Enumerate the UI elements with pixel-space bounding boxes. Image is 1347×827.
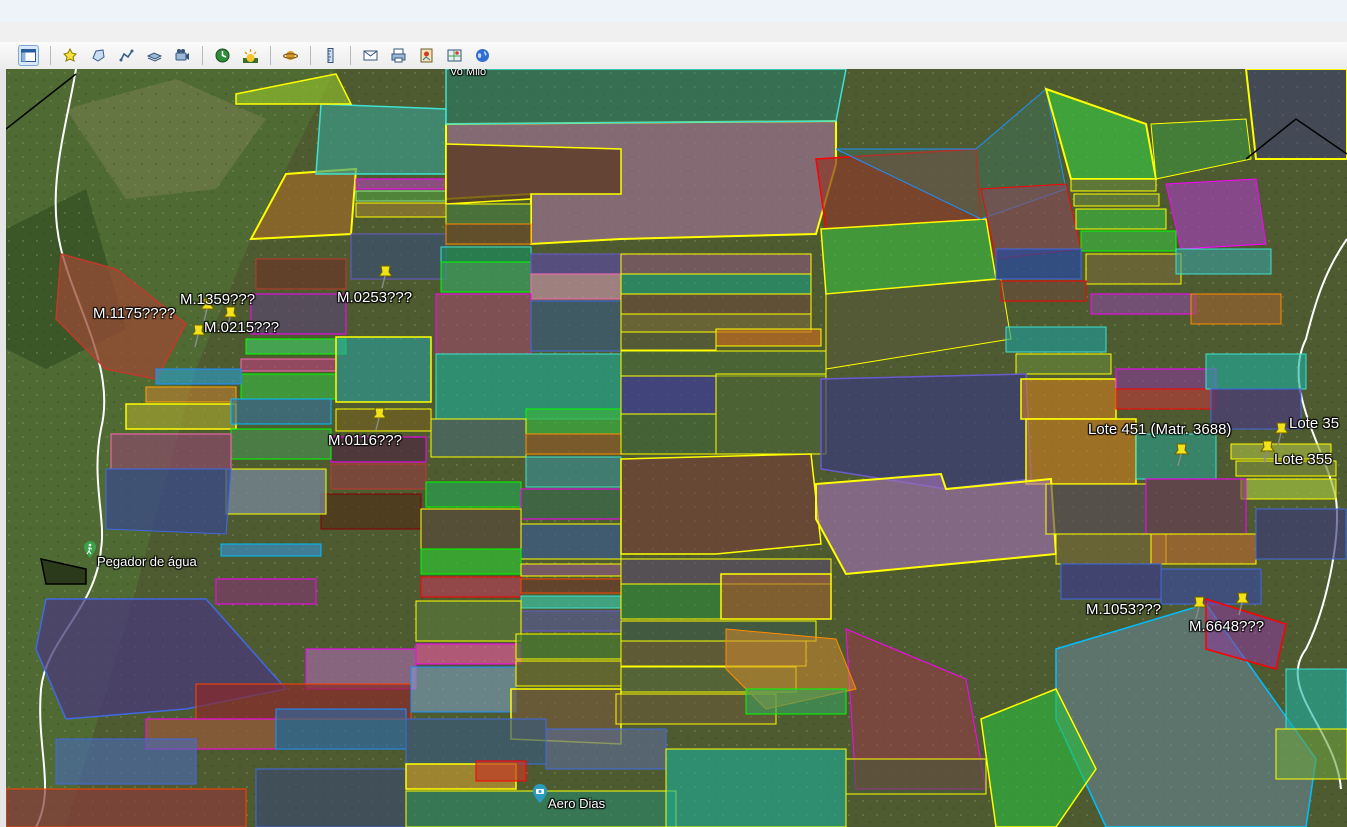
print-icon [391, 48, 406, 63]
placemark-pin-icon [63, 48, 77, 62]
placemark-pin-icon[interactable] [1233, 589, 1255, 617]
email-button[interactable] [360, 45, 381, 66]
placemark-label[interactable]: M.0253??? [337, 290, 412, 306]
ruler-button[interactable] [320, 45, 341, 66]
sunlight-button[interactable] [240, 45, 261, 66]
image-overlay-button[interactable] [144, 45, 165, 66]
toolbar-separator [310, 46, 311, 65]
maps-icon [447, 49, 462, 62]
toolbar [0, 42, 1347, 70]
toolbar-separator [270, 46, 271, 65]
record-tour-button[interactable] [172, 45, 193, 66]
map-imagery [6, 69, 1347, 827]
sidebar-icon [21, 49, 36, 62]
placemark-label[interactable]: M.1359??? [180, 292, 255, 308]
placemark-pin-icon[interactable] [1190, 593, 1212, 621]
placemark-label[interactable]: M.0215??? [204, 320, 279, 336]
placemark-label[interactable]: Lote 451 (Matr. 3688) [1088, 422, 1231, 438]
save-image-button[interactable] [416, 45, 437, 66]
add-path-button[interactable] [116, 45, 137, 66]
polygon-icon [92, 49, 105, 62]
sunlight-icon [243, 49, 258, 63]
historical-imagery-button[interactable] [212, 45, 233, 66]
earth-globe-icon [476, 49, 489, 62]
clock-globe-icon [215, 48, 230, 63]
print-button[interactable] [388, 45, 409, 66]
toolbar-separator [50, 46, 51, 65]
earth-button[interactable] [472, 45, 493, 66]
menu-band [0, 22, 1347, 43]
tour-camera-icon [175, 49, 189, 61]
view-in-maps-button[interactable] [444, 45, 465, 66]
planet-icon [283, 51, 298, 60]
placemark-label[interactable]: Lote 355 [1274, 452, 1332, 468]
image-overlay-icon [147, 52, 162, 62]
placemark-label[interactable]: M.1175???? [93, 306, 175, 322]
placemark-pin-icon[interactable] [370, 404, 392, 432]
hiking-person-icon[interactable] [83, 541, 97, 559]
window-top-strip [0, 0, 1347, 22]
placemark-label[interactable]: M.0116??? [328, 433, 402, 449]
placemark-label[interactable]: Lote 35 [1289, 416, 1339, 432]
placemark-label[interactable]: M.1053??? [1086, 602, 1161, 618]
path-icon [119, 49, 134, 62]
email-icon [363, 50, 378, 61]
poi-label[interactable]: Aero Dias [548, 796, 605, 812]
save-image-icon [420, 48, 433, 63]
add-placemark-button[interactable] [60, 45, 81, 66]
placemark-label[interactable]: M.6648??? [1189, 619, 1264, 635]
sidebar-toggle-button[interactable] [18, 45, 39, 66]
add-polygon-button[interactable] [88, 45, 109, 66]
toolbar-separator [350, 46, 351, 65]
ruler-icon [327, 48, 334, 63]
planets-button[interactable] [280, 45, 301, 66]
placemark-pin-icon[interactable] [1172, 440, 1194, 468]
camera-poi-icon[interactable] [532, 784, 548, 804]
partial-top-label: Vo Milo [450, 69, 487, 78]
toolbar-separator [202, 46, 203, 65]
map-view[interactable]: Vo Milo M.1359??? M.1175???? M.0215??? M… [6, 69, 1347, 827]
poi-label[interactable]: Pegador de água [97, 554, 197, 570]
placemark-pin-icon[interactable] [376, 262, 398, 290]
